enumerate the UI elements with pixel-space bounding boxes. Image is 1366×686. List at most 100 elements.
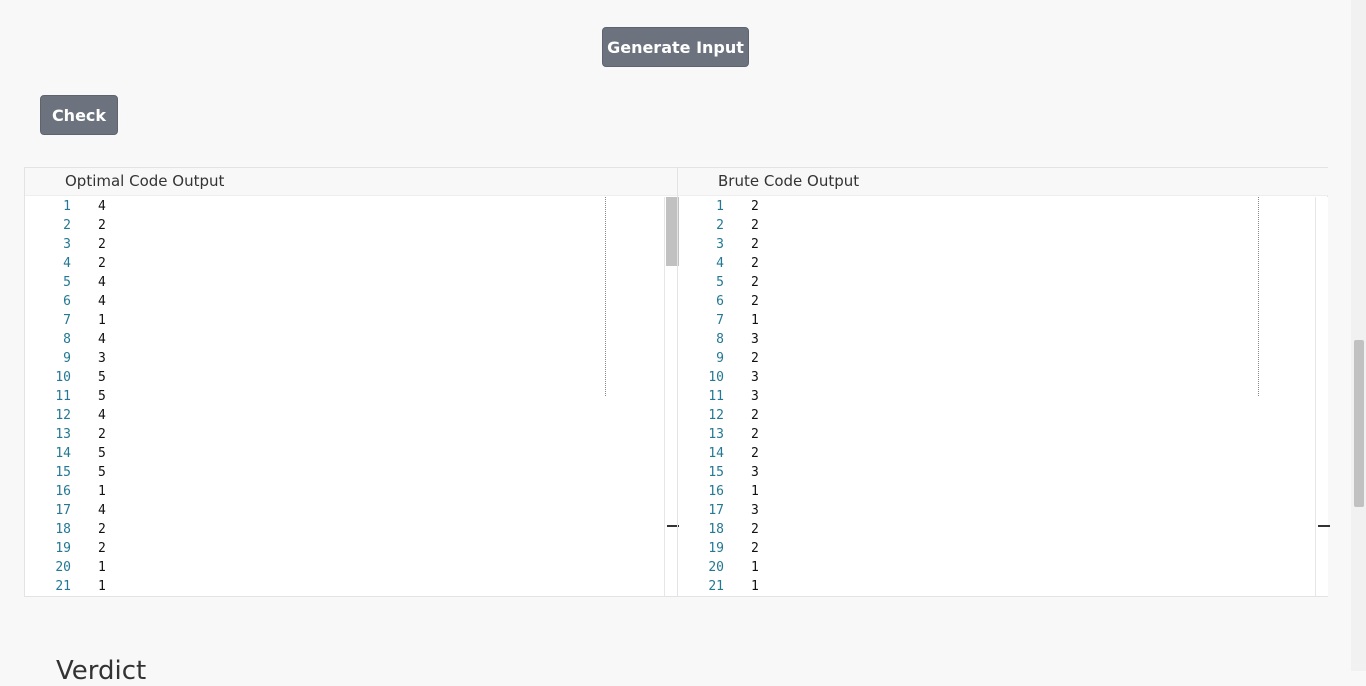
editor-line: 17 4: [25, 501, 665, 520]
line-number: 1: [63, 199, 71, 214]
line-value: 5: [98, 446, 106, 461]
line-value: 2: [98, 256, 106, 271]
line-value: 1: [98, 313, 106, 328]
line-value: 3: [98, 351, 106, 366]
page-scroll-thumb[interactable]: [1354, 340, 1364, 507]
optimal-editor-scrollbar[interactable]: [664, 197, 679, 596]
line-number: 2: [63, 218, 71, 233]
editor-line: 21 1: [678, 577, 1318, 596]
line-value: 2: [751, 446, 759, 461]
line-number: 19: [708, 541, 724, 556]
editor-line: 16 1: [25, 482, 665, 501]
optimal-output-editor[interactable]: 1 4 2 2 3 2 4 2 5 4 6 4 7 1 8 4 9 3 10 5 11 5 12 4 13 2 14 5 15 5 16 1 1…: [25, 197, 665, 596]
verdict-heading: Verdict: [56, 656, 147, 686]
line-number: 4: [63, 256, 71, 271]
line-number: 15: [708, 465, 724, 480]
line-value: 1: [751, 484, 759, 499]
editor-line: 12 4: [25, 406, 665, 425]
line-value: 2: [751, 256, 759, 271]
line-number: 16: [708, 484, 724, 499]
editor-line: 32: [25, 235, 665, 254]
line-number: 20: [708, 560, 724, 575]
line-number: 14: [55, 446, 71, 461]
editor-line: 21 1: [25, 577, 665, 596]
line-value: 2: [98, 218, 106, 233]
line-number: 11: [55, 389, 71, 404]
editor-line: 19 2: [25, 539, 665, 558]
line-number: 6: [716, 294, 724, 309]
editor-line: 42: [678, 254, 1318, 273]
editor-line: 11 5: [25, 387, 665, 406]
line-value: 2: [98, 427, 106, 442]
line-value: 4: [98, 199, 106, 214]
line-value: 3: [751, 465, 759, 480]
optimal-output-panel: Optimal Code Output 1 4 2 2 3 2 4 2 5 4 6 4 7 1 8 4 9 3 10…: [25, 168, 679, 596]
editor-line: 10 5: [25, 368, 665, 387]
line-number: 21: [708, 579, 724, 594]
line-value: 4: [98, 294, 106, 309]
editor-line: 83: [678, 330, 1318, 349]
line-number: 21: [55, 579, 71, 594]
line-number: 7: [716, 313, 724, 328]
editor-line: 12: [678, 197, 1318, 216]
editor-line: 14: [25, 197, 665, 216]
line-value: 2: [98, 541, 106, 556]
line-number: 13: [55, 427, 71, 442]
line-value: 2: [751, 237, 759, 252]
line-number: 12: [708, 408, 724, 423]
line-value: 2: [751, 427, 759, 442]
line-value: 5: [98, 370, 106, 385]
line-value: 5: [98, 389, 106, 404]
editor-line: 20 1: [678, 558, 1318, 577]
editor-line: 13 2: [678, 425, 1318, 444]
page-scrollbar[interactable]: [1351, 0, 1366, 671]
line-value: 2: [751, 294, 759, 309]
line-value: 1: [98, 484, 106, 499]
editor-line: 54: [25, 273, 665, 292]
editor-line: 16 1: [678, 482, 1318, 501]
line-number: 15: [55, 465, 71, 480]
line-value: 1: [98, 579, 106, 594]
line-value: 4: [98, 408, 106, 423]
editor-line: 13 2: [25, 425, 665, 444]
line-number: 3: [63, 237, 71, 252]
line-value: 4: [98, 275, 106, 290]
overview-ruler-mark: [1318, 525, 1330, 527]
line-number: 9: [63, 351, 71, 366]
line-number: 1: [716, 199, 724, 214]
line-number: 19: [55, 541, 71, 556]
optimal-output-title: Optimal Code Output: [25, 168, 677, 196]
line-number: 18: [708, 522, 724, 537]
line-value: 2: [98, 237, 106, 252]
line-value: 1: [751, 313, 759, 328]
editor-line: 42: [25, 254, 665, 273]
editor-line: 92: [678, 349, 1318, 368]
line-number: 5: [63, 275, 71, 290]
line-number: 12: [55, 408, 71, 423]
line-number: 14: [708, 446, 724, 461]
editor-line: 93: [25, 349, 665, 368]
line-number: 13: [708, 427, 724, 442]
line-number: 2: [716, 218, 724, 233]
brute-output-editor[interactable]: 1 2 2 2 3 2 4 2 5 2 6 2 7 1 8 3 9 2 10 3 11 3 12 2 13 2 14 2 15 3 16 1 1…: [678, 197, 1318, 596]
brute-editor-scrollbar[interactable]: [1315, 197, 1330, 596]
line-value: 2: [751, 218, 759, 233]
editor-line: 15 5: [25, 463, 665, 482]
editor-line: 22: [678, 216, 1318, 235]
editor-line: 18 2: [25, 520, 665, 539]
editor-line: 14 5: [25, 444, 665, 463]
line-value: 3: [751, 503, 759, 518]
line-number: 20: [55, 560, 71, 575]
line-number: 8: [716, 332, 724, 347]
line-value: 2: [751, 408, 759, 423]
line-number: 10: [708, 370, 724, 385]
editor-line: 12 2: [678, 406, 1318, 425]
line-value: 1: [751, 579, 759, 594]
generate-input-button[interactable]: Generate Input: [602, 27, 749, 67]
editor-line: 15 3: [678, 463, 1318, 482]
line-value: 1: [98, 560, 106, 575]
editor-line: 84: [25, 330, 665, 349]
line-number: 16: [55, 484, 71, 499]
check-button[interactable]: Check: [40, 95, 118, 135]
line-number: 4: [716, 256, 724, 271]
